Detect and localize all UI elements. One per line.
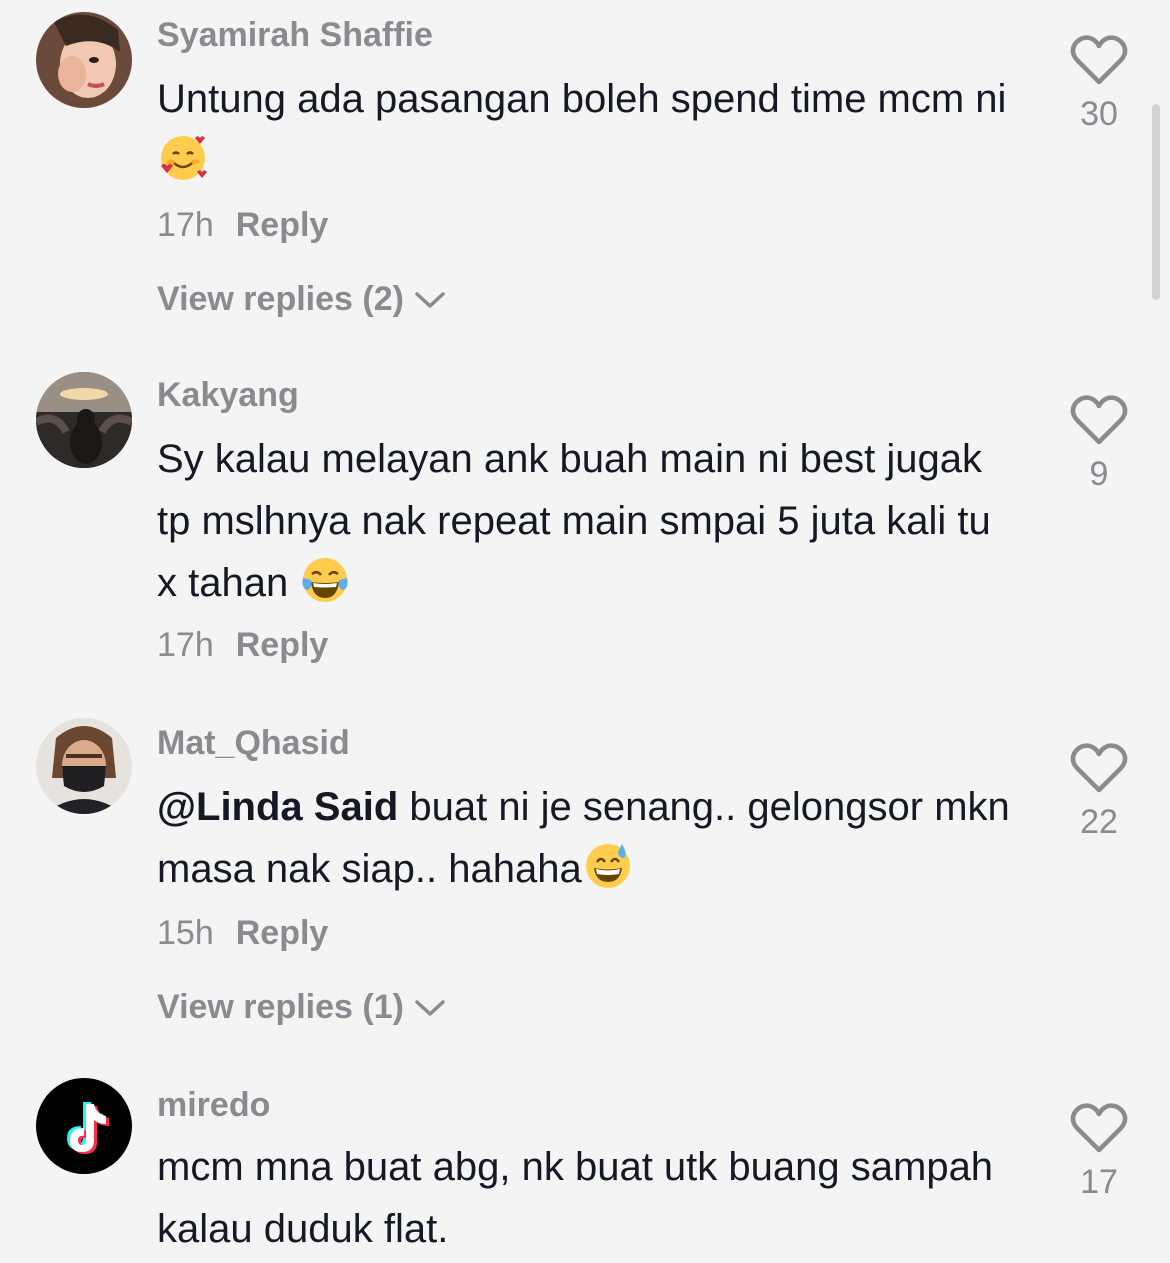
chevron-down-icon	[415, 999, 445, 1016]
like-count: 17	[1080, 1163, 1118, 1201]
like-button[interactable]: 9	[1068, 394, 1130, 494]
comment-body: mcm mna buat abg, nk buat utk buang samp…	[157, 1145, 994, 1251]
comment-text: Untung ada pasangan boleh spend time mcm…	[157, 68, 1017, 192]
comment-text: @Linda Said buat ni je senang.. gelongso…	[157, 776, 1017, 900]
smiling-face-with-hearts-icon	[161, 136, 207, 180]
like-button[interactable]: 22	[1068, 742, 1130, 842]
like-count: 9	[1089, 455, 1109, 493]
reply-button[interactable]: Reply	[236, 914, 329, 952]
like-button[interactable]: 17	[1068, 1102, 1130, 1202]
grinning-face-with-sweat-icon	[585, 844, 630, 888]
heart-outline-icon	[1070, 1103, 1128, 1153]
view-replies-label: View replies (2)	[157, 280, 404, 318]
comment-meta: 15h Reply	[157, 914, 328, 953]
view-replies-button[interactable]: View replies (2)	[157, 280, 446, 319]
reply-button[interactable]: Reply	[236, 206, 329, 244]
comment-body: Sy kalau melayan ank buah main ni best j…	[157, 437, 991, 605]
username[interactable]: miredo	[157, 1086, 270, 1125]
heart-outline-icon	[1070, 35, 1128, 85]
avatar[interactable]	[36, 12, 132, 108]
view-replies-label: View replies (1)	[157, 988, 404, 1026]
face-with-tears-of-joy-icon	[302, 558, 348, 602]
view-replies-button[interactable]: View replies (1)	[157, 988, 446, 1027]
comment-meta: 17h Reply	[157, 206, 328, 245]
reply-button[interactable]: Reply	[236, 626, 329, 664]
username[interactable]: Mat_Qhasid	[157, 724, 350, 763]
scrollbar[interactable]	[1152, 104, 1160, 300]
like-count: 30	[1080, 95, 1118, 133]
heart-outline-icon	[1070, 743, 1128, 793]
avatar[interactable]	[36, 372, 132, 468]
comment-meta: 17h Reply	[157, 626, 328, 665]
heart-outline-icon	[1070, 395, 1128, 445]
mention-link[interactable]: @Linda Said	[157, 785, 398, 829]
timestamp: 15h	[157, 914, 214, 952]
timestamp: 17h	[157, 206, 214, 244]
avatar[interactable]	[36, 718, 132, 814]
like-button[interactable]: 30	[1068, 34, 1130, 134]
comment-text: mcm mna buat abg, nk buat utk buang samp…	[157, 1136, 1017, 1260]
comment-text: Sy kalau melayan ank buah main ni best j…	[157, 428, 1017, 614]
chevron-down-icon	[415, 291, 445, 308]
timestamp: 17h	[157, 626, 214, 664]
comment-body: Untung ada pasangan boleh spend time mcm…	[157, 77, 1007, 121]
username[interactable]: Kakyang	[157, 376, 299, 415]
like-count: 22	[1080, 803, 1118, 841]
avatar[interactable]	[36, 1078, 132, 1174]
username[interactable]: Syamirah Shaffie	[157, 16, 433, 55]
